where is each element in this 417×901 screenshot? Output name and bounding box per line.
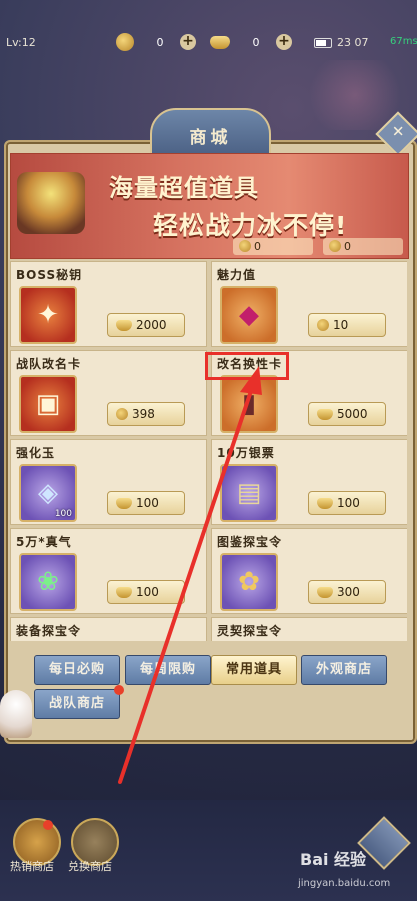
hot-shop-label: 热销商店 [10,860,54,873]
annotation-arrow [118,366,262,784]
exchange-shop-label: 兑换商店 [68,860,112,873]
watermark-url: jingyan.baidu.com [298,878,391,889]
watermark-brand: Bai 经验 [300,850,367,869]
notification-dot [43,820,53,830]
